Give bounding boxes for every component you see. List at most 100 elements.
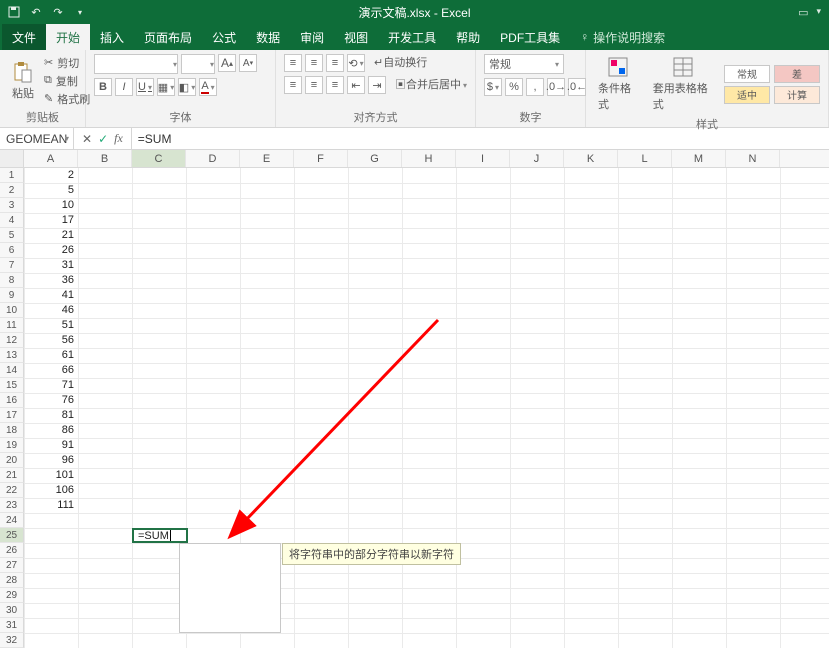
row-header[interactable]: 26	[0, 543, 24, 558]
conditional-format-button[interactable]: 条件格式	[594, 54, 643, 114]
row-header[interactable]: 11	[0, 318, 24, 333]
column-header-N[interactable]: N	[726, 150, 780, 167]
number-format-combo[interactable]: 常规▾	[484, 54, 564, 74]
cell[interactable]: 36	[24, 273, 78, 288]
cell[interactable]: 41	[24, 288, 78, 303]
decrease-font-button[interactable]: A▾	[239, 54, 257, 72]
save-icon[interactable]	[6, 4, 22, 20]
cell-style-good[interactable]: 适中	[724, 86, 770, 104]
cut-button[interactable]: ✂剪切	[44, 55, 90, 71]
cell[interactable]: 91	[24, 438, 78, 453]
align-right-button[interactable]: ≡	[326, 76, 344, 94]
tab-formulas[interactable]: 公式	[202, 24, 246, 50]
row-header[interactable]: 22	[0, 483, 24, 498]
cell[interactable]: 5	[24, 183, 78, 198]
format-painter-button[interactable]: ✎格式刷	[44, 91, 90, 107]
column-header-L[interactable]: L	[618, 150, 672, 167]
decrease-decimal-button[interactable]: .0←	[568, 78, 586, 96]
row-header[interactable]: 6	[0, 243, 24, 258]
align-center-button[interactable]: ≡	[305, 76, 323, 94]
cell[interactable]: 21	[24, 228, 78, 243]
column-header-H[interactable]: H	[402, 150, 456, 167]
underline-button[interactable]: U▾	[136, 78, 154, 96]
cell[interactable]: 56	[24, 333, 78, 348]
align-middle-button[interactable]: ≡	[305, 54, 323, 72]
merge-center-button[interactable]: ▣合并后居中▾	[395, 76, 467, 94]
active-cell[interactable]: =SUM	[132, 528, 188, 543]
row-header[interactable]: 9	[0, 288, 24, 303]
column-header-C[interactable]: C	[132, 150, 186, 167]
italic-button[interactable]: I	[115, 78, 133, 96]
row-header[interactable]: 31	[0, 618, 24, 633]
enter-edit-button[interactable]: ✓	[98, 132, 108, 146]
font-color-button[interactable]: A▾	[199, 78, 217, 96]
tab-help[interactable]: 帮助	[446, 24, 490, 50]
redo-icon[interactable]: ↷	[50, 4, 66, 20]
bold-button[interactable]: B	[94, 78, 112, 96]
row-header[interactable]: 15	[0, 378, 24, 393]
cell[interactable]: 61	[24, 348, 78, 363]
cancel-edit-button[interactable]: ✕	[82, 132, 92, 146]
cell-style-bad[interactable]: 差	[774, 65, 820, 83]
row-header[interactable]: 1	[0, 168, 24, 183]
cell[interactable]: 66	[24, 363, 78, 378]
format-as-table-button[interactable]: 套用表格格式	[649, 54, 718, 114]
row-header[interactable]: 24	[0, 513, 24, 528]
row-header[interactable]: 27	[0, 558, 24, 573]
row-header[interactable]: 25	[0, 528, 24, 543]
increase-font-button[interactable]: A▴	[218, 54, 236, 72]
qat-customize-icon[interactable]: ▾	[72, 4, 88, 20]
cell[interactable]: 26	[24, 243, 78, 258]
font-size-combo[interactable]: ▾	[181, 54, 215, 74]
column-header-F[interactable]: F	[294, 150, 348, 167]
cell[interactable]: 2	[24, 168, 78, 183]
row-header[interactable]: 18	[0, 423, 24, 438]
row-header[interactable]: 30	[0, 603, 24, 618]
row-header[interactable]: 23	[0, 498, 24, 513]
row-header[interactable]: 13	[0, 348, 24, 363]
cell[interactable]: 111	[24, 498, 78, 513]
row-header[interactable]: 3	[0, 198, 24, 213]
fill-color-button[interactable]: ◧▾	[178, 78, 196, 96]
paste-button[interactable]: 粘贴	[8, 59, 38, 103]
column-header-J[interactable]: J	[510, 150, 564, 167]
cell[interactable]: 71	[24, 378, 78, 393]
tell-me-search[interactable]: ♀ 操作说明搜索	[570, 24, 675, 50]
row-header[interactable]: 16	[0, 393, 24, 408]
tab-review[interactable]: 审阅	[290, 24, 334, 50]
comma-button[interactable]: ,	[526, 78, 544, 96]
row-header[interactable]: 7	[0, 258, 24, 273]
cell[interactable]: 96	[24, 453, 78, 468]
tab-dev[interactable]: 开发工具	[378, 24, 446, 50]
column-header-B[interactable]: B	[78, 150, 132, 167]
align-left-button[interactable]: ≡	[284, 76, 302, 94]
row-header[interactable]: 32	[0, 633, 24, 648]
border-button[interactable]: ▦▾	[157, 78, 175, 96]
column-header-G[interactable]: G	[348, 150, 402, 167]
align-top-button[interactable]: ≡	[284, 54, 302, 72]
row-header[interactable]: 12	[0, 333, 24, 348]
font-name-combo[interactable]: ▾	[94, 54, 178, 74]
chevron-down-icon[interactable]: ▾	[816, 6, 821, 19]
worksheet-grid[interactable]: ABCDEFGHIJKLMN 1234567891011121314151617…	[0, 150, 829, 648]
row-header[interactable]: 17	[0, 408, 24, 423]
row-header[interactable]: 4	[0, 213, 24, 228]
orientation-button[interactable]: ⟲▾	[347, 54, 365, 72]
copy-button[interactable]: ⧉复制	[44, 73, 90, 89]
row-header[interactable]: 14	[0, 363, 24, 378]
align-bottom-button[interactable]: ≡	[326, 54, 344, 72]
row-header[interactable]: 5	[0, 228, 24, 243]
tab-layout[interactable]: 页面布局	[134, 24, 202, 50]
row-header[interactable]: 19	[0, 438, 24, 453]
cell[interactable]: 10	[24, 198, 78, 213]
row-header[interactable]: 29	[0, 588, 24, 603]
select-all-corner[interactable]	[0, 150, 24, 167]
cell[interactable]: 76	[24, 393, 78, 408]
decrease-indent-button[interactable]: ⇤	[347, 76, 365, 94]
tab-insert[interactable]: 插入	[90, 24, 134, 50]
tab-data[interactable]: 数据	[246, 24, 290, 50]
cell[interactable]: 86	[24, 423, 78, 438]
cell[interactable]: 81	[24, 408, 78, 423]
fx-icon[interactable]: fx	[114, 131, 123, 146]
wrap-text-button[interactable]: ↵自动换行	[374, 54, 427, 72]
